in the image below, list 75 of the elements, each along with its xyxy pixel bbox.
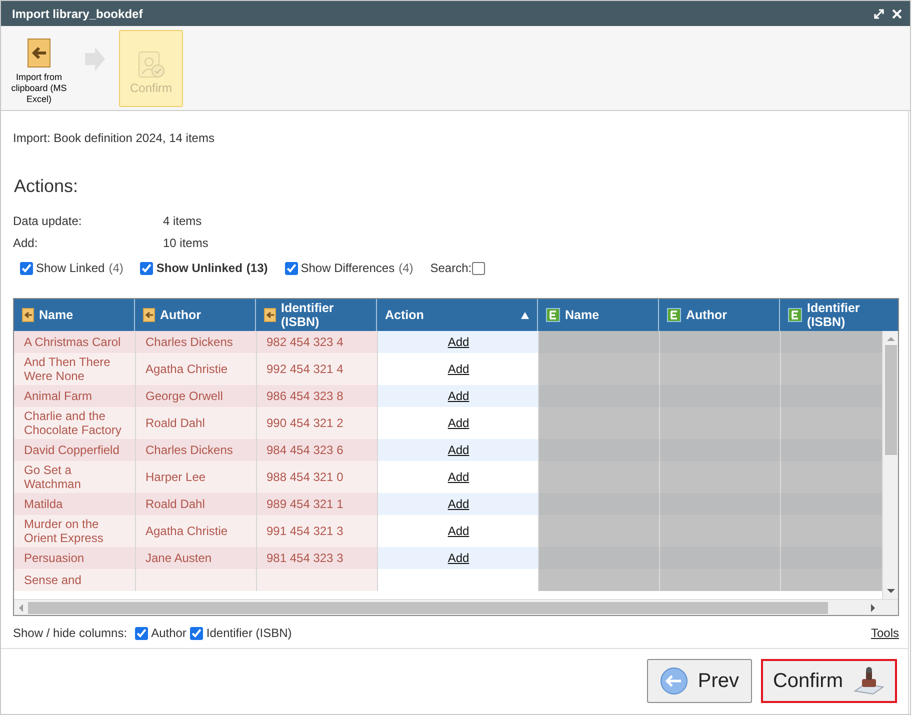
stat-label: Data update: — [13, 213, 83, 230]
isbn-number: 986 454 323 8 — [256, 385, 377, 407]
isbn-number: 981 454 323 3 — [256, 547, 377, 569]
search-field[interactable] — [472, 262, 485, 274]
e-icon — [788, 308, 802, 322]
add-link[interactable]: Add — [448, 389, 470, 403]
add-link[interactable]: Add — [448, 497, 470, 511]
book-title: Sense and — [14, 569, 135, 591]
stamp-icon — [853, 667, 885, 695]
confirm-button[interactable]: Confirm — [760, 659, 897, 703]
isbn-number: 992 454 321 4 — [256, 353, 377, 385]
isbn-number: 991 454 321 3 — [256, 515, 377, 547]
filter-label[interactable]: Show Unlinked — [156, 259, 242, 277]
checkbox[interactable] — [284, 262, 298, 274]
tools-link[interactable]: Tools — [870, 624, 899, 642]
stat-label: Add: — [13, 235, 39, 252]
import-button[interactable]: Import from clipboard (MS Excel) — [7, 30, 71, 107]
book-title: And Then There Were None — [14, 353, 135, 385]
close-icon[interactable] — [892, 8, 902, 18]
section-heading: Actions: — [14, 175, 80, 198]
isbn-number: 989 454 321 1 — [256, 493, 377, 515]
isbn-number: 990 454 321 2 — [256, 407, 377, 439]
checkbox[interactable] — [135, 626, 148, 640]
e-icon — [667, 308, 681, 322]
book-title: Charlie and the Chocolate Factory — [14, 407, 135, 439]
e-icon — [546, 308, 560, 322]
add-link[interactable]: Add — [448, 362, 470, 376]
arrow-left-circle-icon — [660, 667, 688, 695]
author-name: Charles Dickens — [135, 439, 256, 461]
filter-label[interactable]: Show Differences — [300, 259, 395, 277]
add-link[interactable]: Add — [448, 551, 470, 565]
horizontal-scrollbar[interactable] — [14, 599, 898, 615]
author-name: Roald Dahl — [135, 407, 256, 439]
column-header[interactable]: Identifier (ISBN) — [780, 299, 899, 331]
filter-count: (4) — [398, 260, 414, 277]
filter-count: (13) — [246, 260, 268, 277]
stat-value: 10 items — [163, 235, 208, 252]
filter-label[interactable]: Show Linked — [36, 259, 105, 277]
add-link[interactable]: Add — [448, 416, 470, 430]
stat-value: 4 items — [163, 213, 202, 230]
book-title: Persuasion — [14, 547, 135, 569]
checkbox[interactable] — [190, 626, 204, 640]
isbn-number: 988 454 321 0 — [256, 461, 377, 493]
filter-count: (4) — [108, 260, 124, 277]
book-title: Animal Farm — [14, 385, 135, 407]
checkbox-label[interactable]: Author — [151, 624, 186, 642]
author-name: Agatha Christie — [135, 515, 256, 547]
author-name: Roald Dahl — [135, 493, 256, 515]
window-title: Import library_bookdef — [12, 6, 143, 22]
clipboard-check-icon — [136, 48, 166, 78]
book-title: David Copperfield — [14, 439, 135, 461]
checkbox-label[interactable]: Identifier (ISBN) — [206, 624, 292, 642]
author-name: Harper Lee — [135, 461, 256, 493]
isbn-number: 982 454 323 4 — [256, 331, 377, 353]
checkbox[interactable] — [140, 262, 154, 274]
author-name: Jane Austen — [135, 547, 256, 569]
author-name: George Orwell — [135, 385, 256, 407]
author-name: Agatha Christie — [135, 353, 256, 385]
columns-label: Show / hide columns: — [13, 625, 128, 642]
vertical-scrollbar[interactable] — [882, 331, 898, 599]
expand-icon[interactable] — [874, 8, 884, 18]
prev-button[interactable]: Prev — [646, 659, 752, 703]
add-link[interactable]: Add — [448, 470, 470, 484]
book-title: Murder on the Orient Express — [14, 515, 135, 547]
checkbox[interactable] — [20, 262, 33, 274]
book-title: A Christmas Carol — [14, 331, 135, 353]
add-link[interactable]: Add — [448, 524, 470, 538]
add-link[interactable]: Add — [448, 335, 470, 349]
add-link[interactable]: Add — [448, 443, 470, 457]
book-title: Go Set a Watchman — [14, 461, 135, 493]
book-title: Matilda — [14, 493, 135, 515]
isbn-number: 984 454 323 6 — [256, 439, 377, 461]
author-name: Charles Dickens — [135, 331, 256, 353]
search-label: Search: — [430, 260, 472, 277]
import-summary: Import: Book definition 2024, 14 items — [13, 130, 216, 147]
